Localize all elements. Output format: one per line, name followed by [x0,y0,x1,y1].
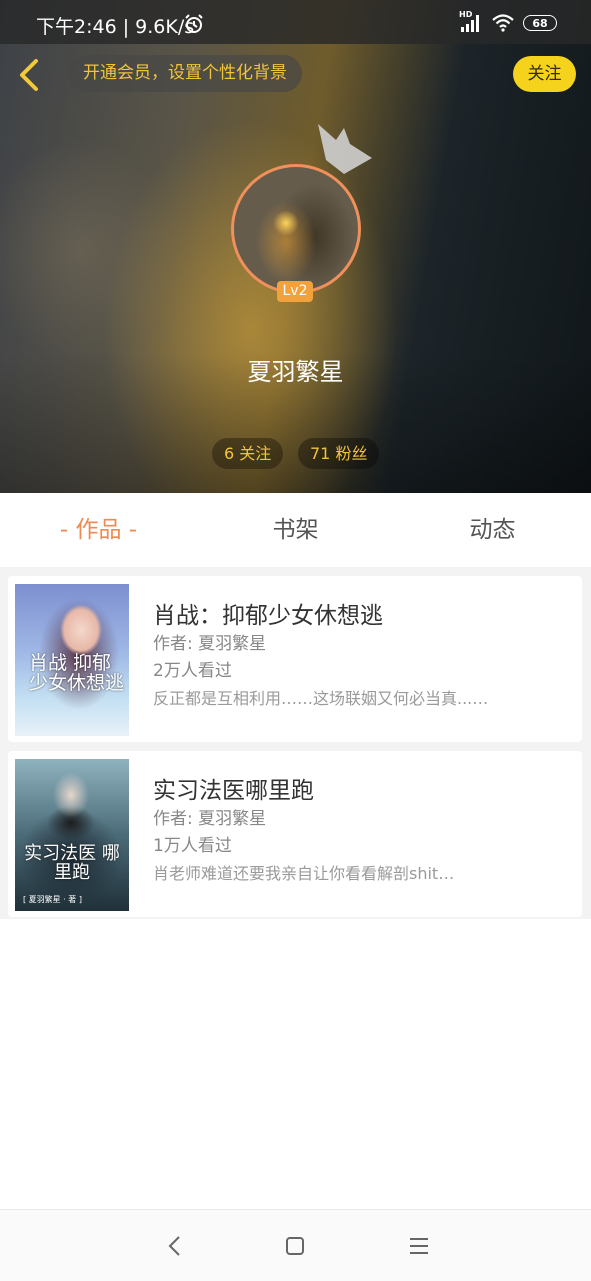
avatar[interactable] [231,164,361,294]
book-views: 2万人看过 [153,661,232,681]
book-author: 作者: 夏羽繁星 [153,809,267,829]
cover-title: 肖战 抑郁少女休想逃 [29,652,125,694]
book-cover[interactable]: 实习法医 哪里跑 [ 夏羽繁星 · 著 ] [15,759,129,911]
book-card[interactable]: 肖战 抑郁少女休想逃 肖战：抑郁少女休想逃 作者: 夏羽繁星 2万人看过 反正都… [8,576,582,742]
nav-back-icon[interactable] [162,1232,190,1260]
alarm-icon [185,14,203,33]
wifi-icon [492,14,514,32]
tab-works[interactable]: - 作品 - [0,493,197,567]
back-arrow-icon[interactable] [12,56,48,94]
book-views: 1万人看过 [153,836,232,856]
following-count[interactable]: 6 关注 [212,438,284,469]
signal-icon: HD [459,10,483,33]
status-time: 下午2:46 | 9.6K/s [36,16,195,38]
username: 夏羽繁星 [247,358,344,386]
book-description: 反正都是互相利用……这场联姻又何必当真...… [153,689,489,708]
status-bar: 下午2:46 | 9.6K/s HD 68 [0,0,591,44]
book-description: 肖老师难道还要我亲自让你看看解剖shit… [153,864,455,883]
status-icons: HD 68 [459,10,557,33]
nav-menu-icon[interactable] [405,1232,433,1260]
book-title[interactable]: 肖战：抑郁少女休想逃 [153,596,383,630]
battery-level: 68 [532,16,548,30]
nav-home-icon[interactable] [281,1232,309,1260]
book-author: 作者: 夏羽繁星 [153,634,267,654]
book-card[interactable]: 实习法医 哪里跑 [ 夏羽繁星 · 著 ] 实习法医哪里跑 作者: 夏羽繁星 1… [8,751,582,917]
battery-icon: 68 [523,15,557,31]
follow-button[interactable]: 关注 [513,56,576,92]
profile-tabs: - 作品 - 书架 动态 [0,493,591,567]
book-title[interactable]: 实习法医哪里跑 [153,771,314,805]
fans-count[interactable]: 71 粉丝 [298,438,380,469]
vip-background-banner[interactable]: 开通会员，设置个性化背景 [68,55,302,92]
profile-header: 下午2:46 | 9.6K/s HD 68 开通会员，设置个性化背景 关注 Lv… [0,0,591,493]
system-nav-bar [0,1209,591,1281]
book-cover[interactable]: 肖战 抑郁少女休想逃 [15,584,129,736]
level-badge: Lv2 [277,281,313,302]
cover-title: 实习法医 哪里跑 [24,843,120,883]
tab-activity[interactable]: 动态 [394,493,591,567]
cover-credit: [ 夏羽繁星 · 著 ] [23,895,82,904]
tab-bookshelf[interactable]: 书架 [197,493,394,567]
